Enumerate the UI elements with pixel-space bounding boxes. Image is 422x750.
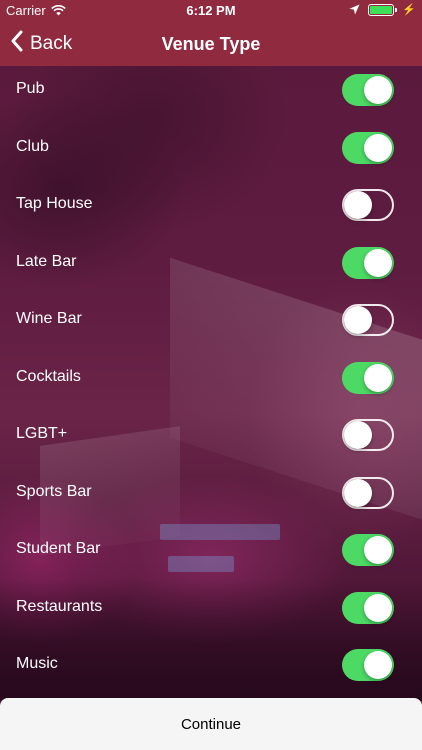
venue-toggle-sports-bar[interactable] xyxy=(342,476,394,509)
venue-label: Restaurants xyxy=(16,597,103,615)
venue-row-cocktails: Cocktails xyxy=(0,354,422,412)
venue-toggle-club[interactable] xyxy=(342,131,394,164)
venue-toggle-student-bar[interactable] xyxy=(342,534,394,566)
toggle-knob xyxy=(344,478,372,507)
venue-label: Music xyxy=(16,655,58,672)
venue-toggle-music[interactable] xyxy=(342,649,394,681)
venue-row-tap-house: Tap House xyxy=(0,181,422,239)
venue-label: Club xyxy=(16,137,49,155)
venue-label: Cocktails xyxy=(16,367,81,385)
venue-toggle-wine-bar[interactable] xyxy=(342,304,394,336)
venue-label: Sports Bar xyxy=(16,482,92,500)
toggle-knob xyxy=(364,536,392,564)
venue-label: Pub xyxy=(16,80,45,97)
navigation-bar: Back Venue Type xyxy=(0,22,422,66)
venue-toggle-restaurants[interactable] xyxy=(342,591,394,624)
venue-toggle-pub[interactable] xyxy=(342,74,394,106)
status-bar: Carrier 6:12 PM ⚡ xyxy=(0,0,422,22)
toggle-knob xyxy=(364,363,392,392)
venue-row-wine-bar: Wine Bar xyxy=(0,296,422,354)
venue-row-late-bar: Late Bar xyxy=(0,239,422,297)
venue-label: Late Bar xyxy=(16,252,77,270)
status-right: ⚡ xyxy=(349,3,416,16)
toggle-knob xyxy=(364,76,392,104)
page-title: Venue Type xyxy=(161,34,261,54)
venue-label: Tap House xyxy=(16,195,93,212)
venue-label: Wine Bar xyxy=(16,310,82,327)
battery-fill xyxy=(370,5,393,14)
venue-row-sports-bar: Sports Bar xyxy=(0,469,422,527)
charging-bolt-icon: ⚡ xyxy=(402,4,416,16)
toggle-knob xyxy=(344,306,372,334)
venue-row-lgbt: LGBT+ xyxy=(0,411,422,469)
venue-row-music: Music xyxy=(0,641,422,699)
venue-toggle-tap-house[interactable] xyxy=(342,189,394,221)
continue-label: Continue xyxy=(180,715,242,733)
toggle-knob xyxy=(364,593,392,622)
toggle-knob xyxy=(364,248,392,277)
venue-label: LGBT+ xyxy=(16,425,68,442)
venue-label: Student Bar xyxy=(16,540,101,557)
venue-toggle-cocktails[interactable] xyxy=(342,361,394,394)
venue-row-pub: Pub xyxy=(0,66,422,124)
toggle-knob xyxy=(364,133,392,162)
location-arrow-icon xyxy=(349,4,360,15)
venue-toggle-lgbt[interactable] xyxy=(342,419,394,451)
battery-icon xyxy=(368,3,398,16)
venue-row-restaurants: Restaurants xyxy=(0,584,422,642)
venue-row-club: Club xyxy=(0,124,422,182)
toggle-knob xyxy=(344,191,372,219)
venue-row-student-bar: Student Bar xyxy=(0,526,422,584)
venue-toggle-late-bar[interactable] xyxy=(342,246,394,279)
toggle-knob xyxy=(364,651,392,679)
toggle-knob xyxy=(344,421,372,449)
continue-button[interactable]: Continue xyxy=(0,698,422,750)
